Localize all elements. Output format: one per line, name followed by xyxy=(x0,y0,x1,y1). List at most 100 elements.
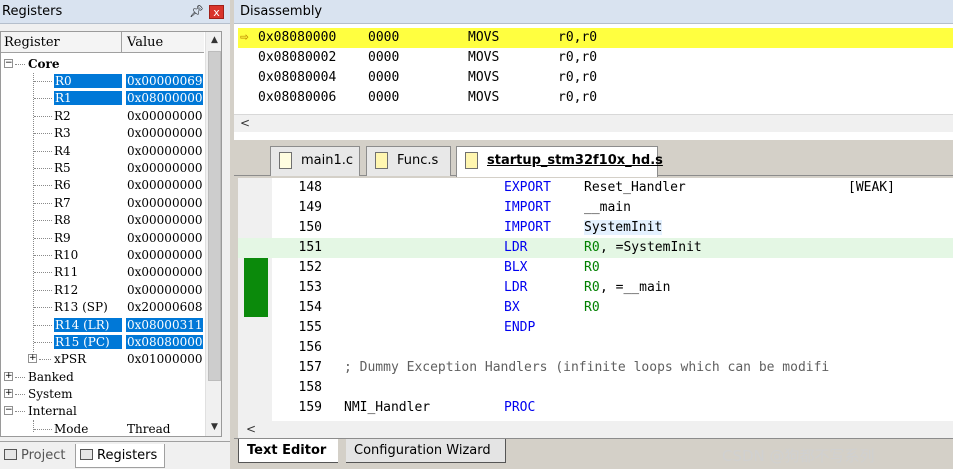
tree-line xyxy=(34,133,52,135)
disassembly-op: MOVS xyxy=(468,30,500,45)
code-line-153[interactable]: 153 LDR R0 , =__main xyxy=(238,278,953,298)
disassembly-horizontal-scrollbar[interactable]: < xyxy=(234,114,953,132)
tab-func-s[interactable]: Func.s xyxy=(366,146,451,176)
register-row[interactable]: R12 0x00000000 xyxy=(1,282,204,299)
group-label: Internal xyxy=(28,404,77,418)
scroll-left-icon[interactable]: < xyxy=(246,422,256,436)
expand-icon[interactable]: + xyxy=(28,354,37,363)
line-number: 151 xyxy=(298,240,322,255)
register-value[interactable]: 0x00000000 xyxy=(127,196,202,210)
code-line-155[interactable]: 155 ENDP xyxy=(238,318,953,338)
line-number: 152 xyxy=(298,260,322,275)
code-line-151[interactable]: 151 LDR R0 , =SystemInit xyxy=(238,238,953,258)
register-name: R6 xyxy=(54,178,71,193)
close-button[interactable]: x xyxy=(209,5,224,19)
column-header-register[interactable]: Register xyxy=(4,35,60,50)
column-divider[interactable] xyxy=(121,32,122,53)
registers-tree[interactable]: Register Value − Core R0 0x00000069 R1 0x08… xyxy=(0,31,222,437)
register-value[interactable]: 0x08080000 xyxy=(126,335,203,349)
current-instruction-arrow-icon: ⇨ xyxy=(240,29,249,45)
code-line-157[interactable]: 157 ; Dummy Exception Handlers (infinite… xyxy=(238,358,953,378)
register-value[interactable]: 0x00000069 xyxy=(126,74,203,88)
scroll-down-icon[interactable]: ▼ xyxy=(206,419,221,436)
register-value[interactable]: 0x00000000 xyxy=(127,144,202,158)
register-value[interactable]: 0x01000000 xyxy=(127,352,202,366)
expand-icon[interactable]: + xyxy=(4,389,13,398)
register-row[interactable]: R7 0x00000000 xyxy=(1,195,204,212)
tab-project[interactable]: Project xyxy=(0,444,74,468)
register-value[interactable]: 0x00000000 xyxy=(127,213,202,227)
register-value[interactable]: 0x20000608 xyxy=(127,300,202,314)
editor-horizontal-scrollbar[interactable]: < xyxy=(238,421,953,438)
column-header-value[interactable]: Value xyxy=(127,35,163,50)
tab-startup-stm32f10x-hd-s[interactable]: startup_stm32f10x_hd.s xyxy=(456,146,663,177)
register-row[interactable]: R1 0x08000000 xyxy=(1,90,204,107)
tree-group-banked[interactable]: + Banked xyxy=(1,369,204,386)
register-value[interactable]: 0x00000000 xyxy=(127,248,202,262)
register-value[interactable]: Thread xyxy=(127,422,170,436)
tab-registers[interactable]: Registers xyxy=(75,444,165,468)
register-row[interactable]: R6 0x00000000 xyxy=(1,177,204,194)
tree-group-system[interactable]: + System xyxy=(1,386,204,403)
register-value[interactable]: 0x00000000 xyxy=(127,161,202,175)
collapse-icon[interactable]: − xyxy=(4,59,13,68)
code-line-149[interactable]: 149 IMPORT __main xyxy=(238,198,953,218)
code-line-159[interactable]: 159 NMI_Handler PROC xyxy=(238,398,953,418)
code-line-150[interactable]: 150 IMPORT SystemInit xyxy=(238,218,953,238)
pin-icon[interactable]: 📌︎ xyxy=(189,4,204,18)
register-row[interactable]: R14 (LR) 0x08000311 xyxy=(1,317,204,334)
code-line-158[interactable]: 158 xyxy=(238,378,953,398)
tab-configuration-wizard[interactable]: Configuration Wizard xyxy=(346,439,506,463)
code-line-154[interactable]: 154 BX R0 xyxy=(238,298,953,318)
tab-text-editor[interactable]: Text Editor xyxy=(238,439,338,463)
register-row[interactable]: R8 0x00000000 xyxy=(1,212,204,229)
code-token: BX xyxy=(504,300,520,315)
register-name: R4 xyxy=(54,143,71,158)
editor-mode-tabs: Text Editor Configuration Wizard CSDN @狗… xyxy=(234,438,953,469)
collapse-icon[interactable]: − xyxy=(4,406,13,415)
code-editor[interactable]: 148 EXPORT Reset_Handler [WEAK] 149 IMPO… xyxy=(238,178,953,421)
disassembly-row[interactable]: 0x08080002 0000 MOVS r0,r0 xyxy=(238,48,953,68)
line-number: 148 xyxy=(298,180,322,195)
register-row[interactable]: R5 0x00000000 xyxy=(1,160,204,177)
tree-group-internal[interactable]: − Internal xyxy=(1,403,204,420)
registers-titlebar: Registers 📌︎ x xyxy=(0,0,230,24)
scroll-left-icon[interactable]: < xyxy=(240,116,250,130)
register-row[interactable]: R10 0x00000000 xyxy=(1,247,204,264)
tree-line xyxy=(34,168,52,169)
register-value[interactable]: 0x08000000 xyxy=(126,91,203,106)
disassembly-row[interactable]: ⇨ 0x08080000 0000 MOVS r0,r0 xyxy=(238,28,953,48)
tab-main1-c[interactable]: main1.c xyxy=(270,146,360,176)
register-value[interactable]: 0x00000000 xyxy=(127,178,202,192)
register-row[interactable]: R2 0x00000000 xyxy=(1,108,204,125)
code-line-148[interactable]: 148 EXPORT Reset_Handler [WEAK] xyxy=(238,178,953,198)
register-row[interactable]: R0 0x00000069 xyxy=(1,73,204,90)
register-row[interactable]: R9 0x00000000 xyxy=(1,230,204,247)
project-icon xyxy=(4,449,17,460)
scrollbar-thumb[interactable] xyxy=(208,51,221,381)
register-row-xpsr[interactable]: + xPSR 0x01000000 xyxy=(1,351,204,368)
code-line-152[interactable]: 152 BLX R0 xyxy=(238,258,953,278)
register-row[interactable]: R13 (SP) 0x20000608 xyxy=(1,299,204,316)
register-row[interactable]: R11 0x00000000 xyxy=(1,264,204,281)
register-value[interactable]: 0x00000000 xyxy=(127,231,202,245)
tree-group-core[interactable]: − Core xyxy=(1,56,204,73)
expand-icon[interactable]: + xyxy=(4,372,13,381)
registers-vertical-scrollbar[interactable]: ▲ ▼ xyxy=(205,32,221,436)
register-row[interactable]: R3 0x00000000 xyxy=(1,125,204,142)
register-row[interactable]: R15 (PC) 0x08080000 xyxy=(1,334,204,351)
register-row[interactable]: R4 0x00000000 xyxy=(1,143,204,160)
disassembly-row[interactable]: 0x08080004 0000 MOVS r0,r0 xyxy=(238,68,953,88)
register-value[interactable]: 0x00000000 xyxy=(127,283,202,297)
register-value[interactable]: 0x00000000 xyxy=(127,109,202,123)
register-name: R2 xyxy=(54,108,71,123)
code-token: ENDP xyxy=(504,320,536,335)
register-value[interactable]: 0x08000311 xyxy=(126,317,203,332)
register-row-mode[interactable]: Mode Thread xyxy=(1,421,204,436)
register-value[interactable]: 0x00000000 xyxy=(127,126,202,140)
code-line-156[interactable]: 156 xyxy=(238,338,953,358)
scroll-up-icon[interactable]: ▲ xyxy=(206,32,221,49)
disassembly-row[interactable]: 0x08080006 0000 MOVS r0,r0 xyxy=(238,88,953,108)
register-value[interactable]: 0x00000000 xyxy=(127,265,202,279)
line-number: 150 xyxy=(298,220,322,235)
